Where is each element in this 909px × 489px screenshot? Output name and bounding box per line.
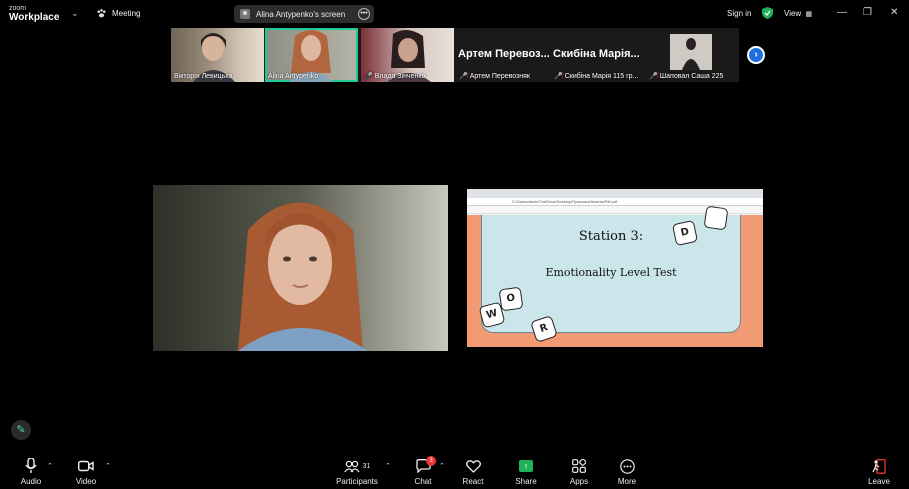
chat-options-icon[interactable]: ⌃ bbox=[439, 462, 445, 470]
audio-label: Audio bbox=[20, 477, 42, 486]
leave-button[interactable]: Leave bbox=[857, 458, 901, 486]
presentation-slide: Station 3: Emotionality Level Test D W O… bbox=[467, 205, 763, 347]
annotate-pencil-icon[interactable]: ✎ bbox=[11, 420, 31, 440]
participant-thumb-active[interactable]: Alina Antypenko bbox=[265, 28, 358, 82]
share-arrow-icon: ↑ bbox=[519, 460, 533, 472]
participant-name: 🎤̸ Скибіна Марія 115 гр... bbox=[554, 72, 639, 81]
participant-thumb[interactable]: Скибіна Марія... 🎤̸ Скибіна Марія 115 гр.… bbox=[551, 28, 644, 82]
chat-unread-badge: 3 bbox=[426, 456, 436, 466]
participant-strip: Вікторія Левицька Alina Antypenko 🎤̸ Влад… bbox=[171, 28, 739, 82]
participants-icon bbox=[343, 460, 360, 472]
meeting-toolbar: Audio ⌃ Video ⌃ 31 Participants ⌃ 3 Chat… bbox=[0, 452, 909, 489]
chat-label: Chat bbox=[414, 477, 432, 486]
apps-icon bbox=[572, 459, 586, 473]
shield-icon[interactable] bbox=[762, 7, 773, 19]
participant-thumb[interactable]: 🎤̸ Влада Зінченко bbox=[361, 28, 454, 82]
restore-icon[interactable]: ❐ bbox=[863, 7, 872, 18]
apps-label: Apps bbox=[569, 477, 589, 486]
share-button[interactable]: ↑ Share bbox=[504, 458, 548, 486]
slide-content: Station 3: Emotionality Level Test bbox=[481, 215, 741, 333]
leave-label: Leave bbox=[868, 477, 890, 486]
mic-muted-icon: 🎤̸ bbox=[649, 73, 658, 80]
video-label: Video bbox=[75, 477, 97, 486]
mic-muted-icon: 🎤̸ bbox=[364, 73, 373, 80]
heart-icon bbox=[465, 459, 481, 473]
signin-link[interactable]: Sign in bbox=[727, 9, 751, 18]
zoom-logo[interactable]: zoom Workplace bbox=[9, 5, 59, 23]
slide-title: Station 3: bbox=[578, 229, 644, 244]
participant-name: 🎤̸ Артем Перевозняк bbox=[459, 72, 530, 81]
react-label: React bbox=[462, 477, 484, 486]
participant-display-name: Скибіна Марія... bbox=[553, 48, 640, 60]
participant-name: 🎤̸ Шаповал Саша 225 bbox=[649, 72, 724, 81]
participant-thumb[interactable]: Артем Перевоз... 🎤̸ Артем Перевозняк bbox=[456, 28, 549, 82]
paw-icon bbox=[97, 9, 106, 18]
close-icon[interactable]: ✕ bbox=[890, 7, 898, 18]
more-button[interactable]: More bbox=[605, 458, 649, 486]
shared-screen-tile[interactable]: C:/Users/aknh/OneDrive/Desktop/Практика/… bbox=[467, 189, 763, 347]
participants-label: Participants bbox=[336, 477, 378, 486]
brand-small: zoom bbox=[9, 5, 27, 12]
browser-address-bar: C:/Users/aknh/OneDrive/Desktop/Практика/… bbox=[467, 198, 763, 206]
grid-icon: ▦ bbox=[805, 11, 813, 18]
speaker-video bbox=[153, 185, 448, 351]
meeting-label: Meeting bbox=[112, 9, 141, 18]
mic-muted-icon: 🎤̸ bbox=[459, 73, 468, 80]
more-dots-icon bbox=[619, 458, 635, 474]
video-camera-icon bbox=[78, 460, 94, 472]
view-button[interactable]: View ▦ bbox=[784, 9, 812, 18]
share-user-icon bbox=[240, 9, 250, 19]
view-label: View bbox=[784, 9, 802, 18]
minimize-icon[interactable]: — bbox=[837, 7, 847, 18]
participant-thumb[interactable]: Вікторія Левицька bbox=[171, 28, 264, 82]
apps-button[interactable]: Apps bbox=[557, 458, 601, 486]
audio-options-icon[interactable]: ⌃ bbox=[47, 462, 53, 470]
participants-options-icon[interactable]: ⌃ bbox=[385, 462, 391, 470]
chevron-down-icon[interactable]: ⌄ bbox=[71, 8, 79, 19]
letter-tile: D bbox=[671, 219, 699, 247]
participant-name: 🎤̸ Влада Зінченко bbox=[364, 72, 426, 81]
slide-subtitle: Emotionality Level Test bbox=[545, 266, 677, 279]
participant-thumb[interactable]: 🎤̸ Шаповал Саша 225 bbox=[646, 28, 739, 82]
participant-name: Alina Antypenko bbox=[268, 73, 319, 80]
browser-tabs bbox=[467, 189, 763, 198]
microphone-icon bbox=[25, 458, 37, 473]
video-options-icon[interactable]: ⌃ bbox=[105, 462, 111, 470]
screen-share-indicator[interactable]: Alina Antypenko's screen ••• bbox=[234, 5, 374, 23]
brand-big: Workplace bbox=[9, 12, 60, 23]
participants-count: 31 bbox=[362, 462, 371, 470]
share-label: Share bbox=[515, 477, 537, 486]
main-video-tile[interactable] bbox=[153, 185, 448, 351]
share-indicator-text: Alina Antypenko's screen bbox=[256, 9, 346, 19]
react-button[interactable]: React bbox=[451, 458, 495, 486]
mic-muted-icon: 🎤̸ bbox=[554, 73, 563, 80]
more-options-icon[interactable]: ••• bbox=[358, 8, 370, 20]
participant-name: Вікторія Левицька bbox=[174, 73, 233, 80]
leave-door-icon bbox=[872, 458, 886, 474]
participant-display-name: Артем Перевоз... bbox=[458, 48, 549, 60]
letter-tile: O bbox=[498, 286, 524, 312]
title-bar: zoom Workplace ⌄ Meeting Alina Antypenko… bbox=[0, 0, 909, 28]
participants-button[interactable]: 31 Participants bbox=[335, 458, 379, 486]
meeting-button[interactable]: Meeting bbox=[96, 8, 140, 19]
more-label: More bbox=[617, 477, 637, 486]
next-page-button[interactable]: › bbox=[747, 46, 765, 64]
letter-tile-blank bbox=[703, 205, 729, 231]
video-button[interactable]: Video bbox=[64, 458, 108, 486]
